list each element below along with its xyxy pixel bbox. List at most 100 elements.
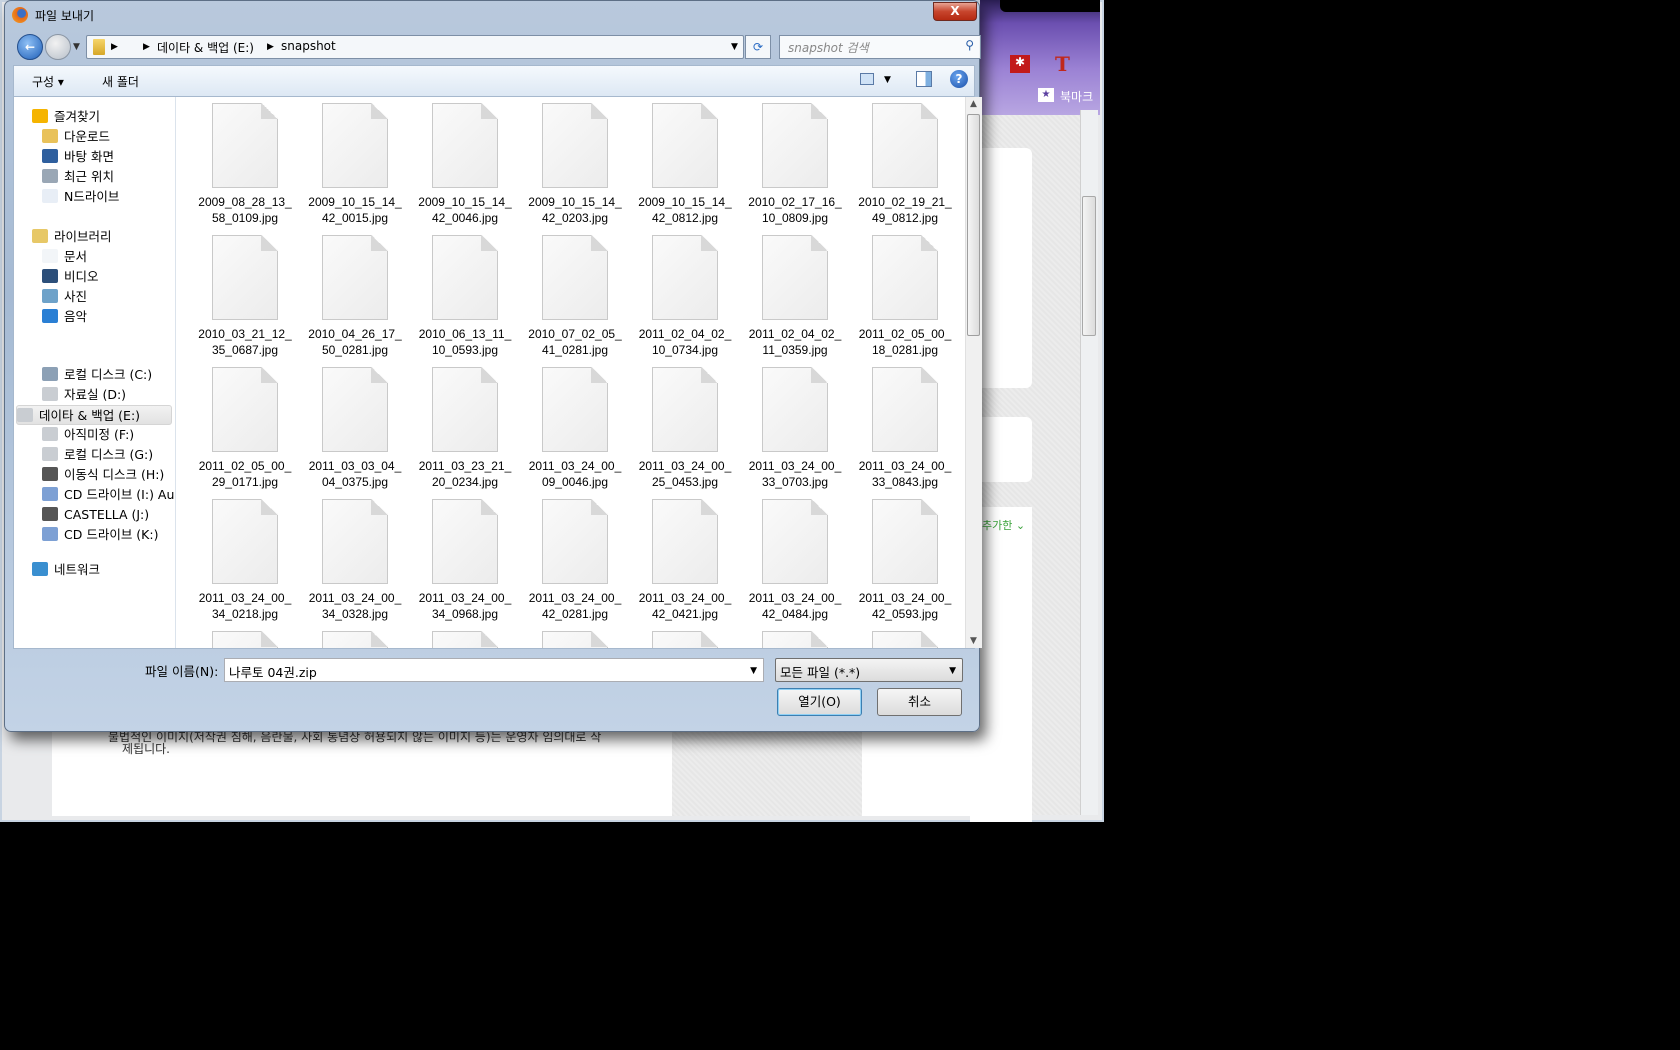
file-item[interactable]: 2011_02_04_02_ 10_0734.jpg [630, 235, 740, 358]
video-icon [42, 269, 58, 283]
organize-button[interactable]: 구성 ▾ [32, 73, 64, 90]
file-type-dropdown-icon[interactable]: ▼ [949, 666, 956, 676]
sidebar-item[interactable]: 라이브러리 [32, 227, 112, 247]
file-type-select[interactable]: 모든 파일 (*.*) ▼ [775, 658, 963, 682]
new-folder-button[interactable]: 새 폴더 [102, 73, 139, 90]
file-name-line: 18_0281.jpg [871, 343, 939, 357]
preview-pane-icon[interactable] [916, 71, 932, 87]
sidebar-item[interactable]: 문서 [42, 247, 87, 267]
close-button[interactable]: X [933, 2, 977, 21]
file-item[interactable]: 2009_10_15_14_ 42_0015.jpg [300, 103, 410, 226]
help-icon[interactable]: ? [950, 70, 968, 88]
file-item[interactable]: 2011_03_24_00_ 42_0421.jpg [630, 499, 740, 622]
sidebar-item[interactable]: 음악 [42, 307, 87, 327]
file-item[interactable]: 2011_03_24_00_ 34_0968.jpg [410, 499, 520, 622]
file-name: 2011_03_24_00_ 42_0593.jpg [850, 590, 960, 622]
bookmark-button[interactable]: 북마크 [1060, 88, 1093, 105]
file-list-scrollbar-thumb[interactable] [967, 114, 980, 336]
file-icon [652, 367, 718, 452]
sidebar-item[interactable]: 로컬 디스크 (G:) [42, 445, 153, 465]
file-item[interactable]: 2011_03_24_00_ 33_0703.jpg [740, 367, 850, 490]
sidebar-item[interactable]: CASTELLA (J:) [42, 505, 149, 525]
file-item[interactable]: 2009_10_15_14_ 42_0203.jpg [520, 103, 630, 226]
file-item[interactable]: 2011_03_24_00_ 42_0484.jpg [740, 499, 850, 622]
file-item[interactable]: 2010_02_17_16_ 10_0809.jpg [740, 103, 850, 226]
history-dropdown-icon[interactable]: ▼ [73, 42, 80, 52]
scroll-down-icon[interactable]: ▼ [970, 636, 977, 646]
sidebar-item[interactable]: 네트워크 [32, 560, 100, 580]
file-item[interactable] [520, 631, 630, 648]
file-item[interactable]: 2010_03_21_12_ 35_0687.jpg [190, 235, 300, 358]
view-options-icon[interactable] [860, 73, 874, 85]
forward-button[interactable] [45, 34, 71, 60]
file-item[interactable]: 2011_03_24_00_ 34_0328.jpg [300, 499, 410, 622]
sidebar-item-label: 최근 위치 [64, 169, 114, 184]
breadcrumb-drive[interactable]: 데이타 & 백업 (E:) [157, 39, 254, 56]
text-tool-icon[interactable]: T [1055, 52, 1070, 76]
file-item[interactable]: 2011_03_24_00_ 33_0843.jpg [850, 367, 960, 490]
refresh-button[interactable]: ⟳ [745, 35, 771, 59]
file-name: 2011_03_24_00_ 34_0968.jpg [410, 590, 520, 622]
file-icon [542, 631, 608, 648]
file-item[interactable] [630, 631, 740, 648]
file-item[interactable] [740, 631, 850, 648]
file-item[interactable]: 2011_03_24_00_ 34_0218.jpg [190, 499, 300, 622]
sidebar-item[interactable]: 최근 위치 [42, 167, 114, 187]
open-button[interactable]: 열기(O) [777, 688, 862, 716]
sidebar-item[interactable]: 비디오 [42, 267, 99, 287]
sidebar-item[interactable]: 다운로드 [42, 127, 110, 147]
sidebar-item[interactable]: 자료실 (D:) [42, 385, 126, 405]
sidebar-item[interactable]: 로컬 디스크 (C:) [42, 365, 152, 385]
addon-icon[interactable]: ✱ [1010, 55, 1030, 73]
file-icon [872, 103, 938, 188]
file-item[interactable]: 2010_06_13_11_ 10_0593.jpg [410, 235, 520, 358]
file-item[interactable] [300, 631, 410, 648]
sidebar-item[interactable]: 데이타 & 백업 (E:) [16, 405, 172, 425]
file-item[interactable]: 2009_10_15_14_ 42_0046.jpg [410, 103, 520, 226]
file-item[interactable]: 2011_02_04_02_ 11_0359.jpg [740, 235, 850, 358]
address-dropdown-icon[interactable]: ▼ [731, 42, 738, 52]
filename-input[interactable]: 나루토 04권.zip ▼ [224, 658, 764, 682]
added-sort-link[interactable]: 추가한 ⌄ [982, 517, 1025, 533]
scroll-up-icon[interactable]: ▲ [970, 99, 977, 109]
file-item[interactable]: 2010_07_02_05_ 41_0281.jpg [520, 235, 630, 358]
sidebar-item[interactable]: N드라이브 [42, 187, 119, 207]
breadcrumb-folder[interactable]: snapshot [281, 39, 336, 53]
file-item[interactable]: 2011_03_24_00_ 42_0593.jpg [850, 499, 960, 622]
breadcrumb-separator-icon[interactable]: ▶ [267, 42, 274, 52]
file-icon [762, 631, 828, 648]
browser-scrollbar-thumb[interactable] [1082, 196, 1096, 336]
search-input[interactable]: snapshot 검색 ⚲ [779, 35, 981, 59]
file-item[interactable]: 2011_03_03_04_ 04_0375.jpg [300, 367, 410, 490]
file-item[interactable] [190, 631, 300, 648]
file-item[interactable]: 2011_03_24_00_ 25_0453.jpg [630, 367, 740, 490]
file-item[interactable] [410, 631, 520, 648]
file-name-line: 11_0359.jpg [762, 343, 828, 357]
sidebar-item[interactable]: 아직미정 (F:) [42, 425, 134, 445]
file-item[interactable] [850, 631, 960, 648]
file-item[interactable]: 2011_03_24_00_ 09_0046.jpg [520, 367, 630, 490]
file-item[interactable]: 2011_02_05_00_ 29_0171.jpg [190, 367, 300, 490]
sidebar-item[interactable]: 이동식 디스크 (H:) [42, 465, 164, 485]
file-item[interactable]: 2011_03_23_21_ 20_0234.jpg [410, 367, 520, 490]
file-item[interactable]: 2009_08_28_13_ 58_0109.jpg [190, 103, 300, 226]
sidebar-item[interactable]: 바탕 화면 [42, 147, 114, 167]
sidebar-item[interactable]: 즐겨찾기 [32, 107, 100, 127]
sidebar-item[interactable]: CD 드라이브 (K:) [42, 525, 158, 545]
address-bar[interactable]: ▶ ▶ 데이타 & 백업 (E:) ▶ snapshot ▼ [86, 35, 744, 59]
view-dropdown-icon[interactable]: ▼ [884, 75, 891, 85]
sidebar-item[interactable]: 사진 [42, 287, 87, 307]
search-icon[interactable]: ⚲ [965, 38, 974, 52]
breadcrumb-separator-icon[interactable]: ▶ [143, 42, 150, 52]
file-item[interactable]: 2009_10_15_14_ 42_0812.jpg [630, 103, 740, 226]
file-name-line: 2011_02_05_00_ [858, 327, 952, 341]
file-item[interactable]: 2010_02_19_21_ 49_0812.jpg [850, 103, 960, 226]
file-item[interactable]: 2010_04_26_17_ 50_0281.jpg [300, 235, 410, 358]
cancel-button[interactable]: 취소 [877, 688, 962, 716]
back-button[interactable]: ← [17, 34, 43, 60]
filename-dropdown-icon[interactable]: ▼ [750, 666, 757, 676]
breadcrumb-separator-icon[interactable]: ▶ [111, 42, 118, 52]
sidebar-item[interactable]: CD 드라이브 (I:) Au [42, 485, 174, 505]
file-item[interactable]: 2011_02_05_00_ 18_0281.jpg [850, 235, 960, 358]
file-item[interactable]: 2011_03_24_00_ 42_0281.jpg [520, 499, 630, 622]
